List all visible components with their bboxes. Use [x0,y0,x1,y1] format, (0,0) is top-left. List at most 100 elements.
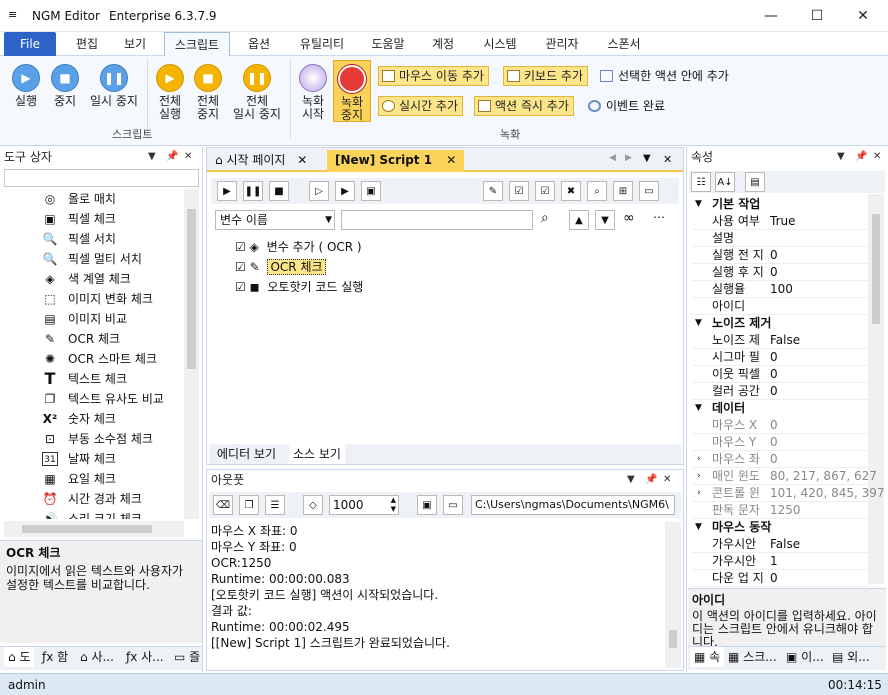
add-keyboard-button[interactable]: 키보드 추가 [503,66,589,86]
pause-button[interactable]: ❚❚ 일시 중지 [86,64,142,108]
check-outline-icon[interactable]: ☑ [535,181,555,201]
prop-row[interactable]: › 마우스 좌 0 [692,451,868,468]
tab-view[interactable]: 보기 [112,32,158,56]
prop-category[interactable]: ▼ 마우스 동작 [692,519,868,536]
collapse-icon[interactable]: ▼ [695,400,702,417]
tab-properties[interactable]: ▦ 속 [690,647,725,667]
tab-account[interactable]: 계정 [420,32,466,56]
folder-icon[interactable]: ▭ [443,495,463,515]
tab-help[interactable]: 도움말 [362,32,414,56]
edit-icon[interactable]: ✎ [483,181,503,201]
properties-vscroll[interactable] [868,194,884,584]
stepper-icon[interactable]: ▲ ▼ [391,496,396,514]
stop-all-button[interactable]: ■ 전체 중지 [190,64,226,121]
pin-icon[interactable]: 📌 [166,147,178,167]
pause-all-button[interactable]: ❚❚ 전체 일시 중지 [228,64,286,121]
next-tab-icon[interactable]: ▶ [625,153,632,163]
collapse-icon[interactable]: ▼ [695,315,702,332]
tab-images[interactable]: ▣ 이... [782,647,828,667]
list-icon[interactable]: ☰ [265,495,285,515]
prop-value[interactable]: 0 [770,247,778,264]
expand-icon[interactable]: › [697,468,701,485]
prop-category[interactable]: ▼ 기본 작업 [692,196,868,213]
tab-scripts[interactable]: ▦ 스크... [724,647,781,667]
record-start-button[interactable]: 녹화 시작 [296,64,330,121]
tab-edit[interactable]: 편집 [64,32,110,56]
tab-utility[interactable]: 유틸리티 [290,32,354,56]
toolbox-search-input[interactable] [4,169,199,187]
action-row[interactable]: ☑ ◈ 변수 추가 ( OCR ) [235,238,362,256]
run-button[interactable]: ▶ 실행 [8,64,44,108]
dropdown-icon[interactable]: ▼ [148,147,156,167]
stop-icon[interactable]: ■ [269,181,289,201]
tab-toolbox[interactable]: ⌂ 도 [4,647,35,667]
add-realtime-button[interactable]: 실시간 추가 [378,96,464,116]
add-in-selected-button[interactable]: 선택한 액션 안에 추가 [598,66,729,86]
prop-row[interactable]: 실행 후 지 0 [692,264,868,281]
find-icon[interactable]: ⌕ [587,181,607,201]
log-path-input[interactable]: C:\Users\ngmas\Documents\NGM6\ [471,495,675,515]
prop-value[interactable]: True [770,213,796,230]
prop-value[interactable]: False [770,536,800,553]
hierarchy-icon[interactable]: ⊞ [613,181,633,201]
prop-row[interactable]: 마우스 Y 0 [692,434,868,451]
prop-category[interactable]: ▼ 노이즈 제거 [692,315,868,332]
run-all-button[interactable]: ▶ 전체 실행 [152,64,188,121]
close-button[interactable]: ✕ [840,0,886,32]
prop-row[interactable]: 설명 [692,230,868,247]
prop-row[interactable]: › 콘트롤 윈 101, 420, 845, 397 [692,485,885,502]
close-icon[interactable]: ✕ [873,147,881,167]
toolbox-hscroll[interactable] [4,521,184,537]
expand-icon[interactable]: › [697,485,701,502]
prop-row[interactable]: 시그마 필 0 [692,349,868,366]
step-over-icon[interactable]: ▣ [361,181,381,201]
tab-file[interactable]: File [4,32,56,56]
move-down-icon[interactable]: ▼ [595,210,615,230]
prop-value[interactable]: 0 [770,264,778,281]
output-vscroll[interactable] [665,522,681,668]
clean-icon[interactable]: ⌫ [213,495,233,515]
stop-button[interactable]: ■ 중지 [47,64,83,108]
tab-admin[interactable]: 관리자 [536,32,588,56]
property-pages-icon[interactable]: ▤ [745,172,765,192]
tab-sponsor[interactable]: 스폰서 [598,32,650,56]
count-stepper[interactable]: 1000 ▲ ▼ [329,495,399,515]
checkbox[interactable]: ☑ [235,280,246,294]
scroll-thumb[interactable] [669,630,677,648]
delete-icon[interactable]: ✖ [561,181,581,201]
tab-source-view[interactable]: 소스 보기 [289,444,345,464]
dropdown-icon[interactable]: ▼ [837,147,845,167]
scroll-thumb[interactable] [187,209,196,369]
doc-tab-start[interactable]: ⌂ 시작 페이지 ✕ [211,151,311,171]
sort-az-icon[interactable]: A↓ [715,172,735,192]
maximize-button[interactable]: ☐ [794,0,840,32]
prop-row[interactable]: 가우시안 False [692,536,868,553]
prev-tab-icon[interactable]: ◀ [609,153,616,163]
more-icon[interactable]: ⋯ [653,210,665,224]
tab-editor-view[interactable]: 에디터 보기 [213,444,280,464]
action-row[interactable]: ☑ ◼ 오토핫키 코드 실행 [235,278,363,296]
close-icon[interactable]: ✕ [663,470,671,490]
search-icon[interactable]: ⌕ [541,210,549,226]
step-into-icon[interactable]: ▶ [335,181,355,201]
categorized-icon[interactable]: ☷ [691,172,711,192]
play-icon[interactable]: ▶ [217,181,237,201]
tab-favorites[interactable]: ▭ 즐 [170,647,204,667]
save-icon[interactable]: ▣ [417,495,437,515]
prop-row[interactable]: 가우시안 1 [692,553,868,570]
pause-icon[interactable]: ❚❚ [243,181,263,201]
prop-value[interactable]: False [770,332,800,349]
check-icon[interactable]: ☑ [509,181,529,201]
close-icon[interactable]: ✕ [184,147,192,167]
close-icon[interactable]: ✕ [297,153,307,167]
scroll-thumb[interactable] [22,525,152,533]
add-action-now-button[interactable]: 액션 즉시 추가 [474,96,574,116]
pin-icon[interactable]: 📌 [855,147,867,167]
toolbox-vscroll[interactable] [184,189,199,519]
tab-user-function[interactable]: ƒx 사... [122,647,168,667]
tab-user[interactable]: ⌂ 사... [76,647,118,667]
new-file-icon[interactable]: ❐ [239,495,259,515]
prop-row[interactable]: 판독 문자 1250 [692,502,868,519]
prop-row[interactable]: 아이디 [692,298,868,315]
prop-row[interactable]: › 매인 윈도 80, 217, 867, 627 [692,468,877,485]
